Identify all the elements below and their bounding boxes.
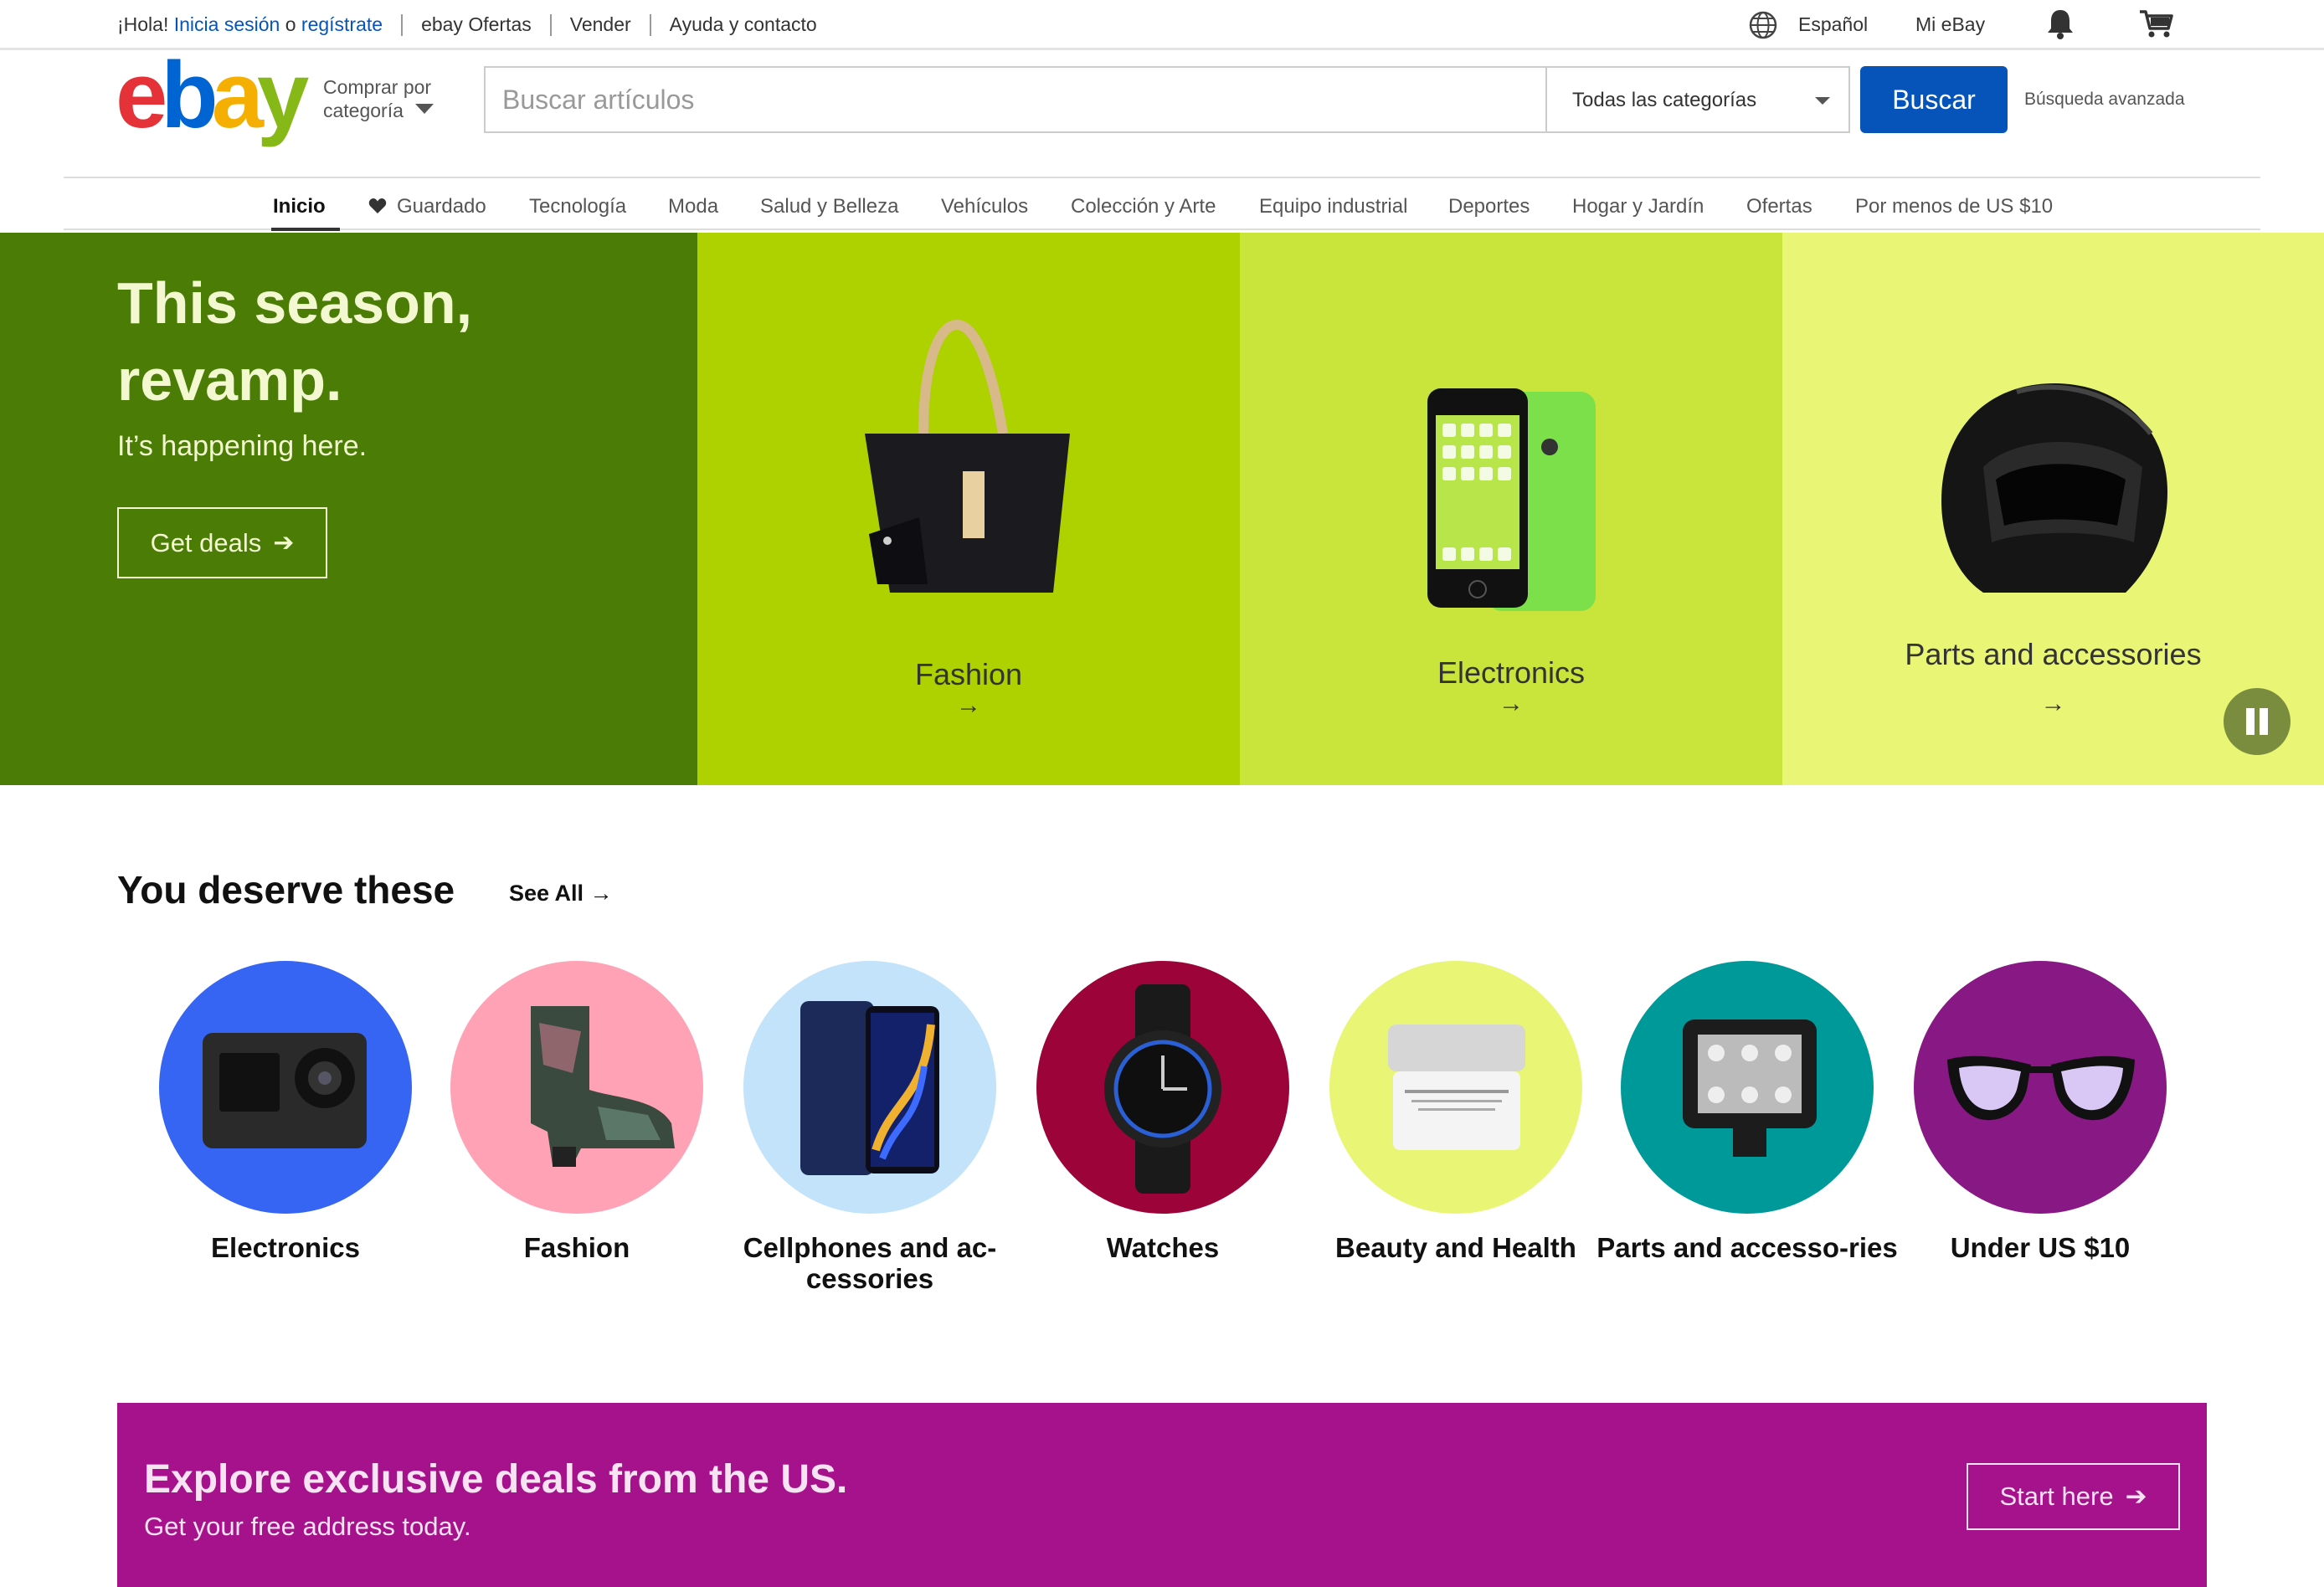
category-label: Cellphones and ac-cessories — [743, 1232, 997, 1294]
hero-panel-fashion[interactable]: Fashion → — [697, 233, 1240, 785]
category-tile-watches[interactable]: Watches — [1036, 961, 1289, 1263]
hero-title: This season, revamp. — [117, 270, 473, 413]
start-here-button[interactable]: Start here ➔ — [1967, 1463, 2180, 1530]
arrow-right-icon: → — [956, 691, 981, 719]
category-select[interactable]: Todas las categorías — [1545, 66, 1850, 133]
category-circle — [1621, 961, 1874, 1214]
nav-item-vehicles[interactable]: Vehículos — [941, 195, 1028, 218]
greeting-text: ¡Hola! — [117, 13, 169, 35]
category-nav: Inicio Guardado Tecnología Moda Salud y … — [64, 177, 2260, 231]
nav-item-sports[interactable]: Deportes — [1448, 195, 1530, 218]
sell-link[interactable]: Vender — [570, 13, 631, 36]
nav-item-collectibles[interactable]: Colección y Arte — [1071, 195, 1216, 218]
nav-item-health-beauty[interactable]: Salud y Belleza — [760, 195, 898, 218]
panel-label: Electronics — [1437, 655, 1586, 690]
section-title: You deserve these — [117, 868, 455, 912]
nav-item-deals[interactable]: Ofertas — [1746, 195, 1812, 218]
see-all-link[interactable]: See All → — [509, 881, 613, 906]
nav-item-home-garden[interactable]: Hogar y Jardín — [1572, 195, 1704, 218]
nav-item-industrial[interactable]: Equipo industrial — [1259, 195, 1407, 218]
smartphone-icon — [1427, 388, 1596, 611]
nav-item-tech[interactable]: Tecnología — [529, 195, 626, 218]
register-link[interactable]: regístrate — [301, 13, 383, 36]
panel-label: Fashion — [914, 657, 1023, 691]
arrow-right-icon: → — [1499, 690, 1524, 717]
category-label: Beauty and Health — [1335, 1232, 1576, 1263]
start-here-label: Start here — [1999, 1482, 2114, 1511]
globe-icon[interactable] — [1748, 10, 1778, 40]
category-tile-fashion[interactable]: Fashion — [450, 961, 703, 1263]
arrow-right-icon: ➔ — [273, 529, 295, 557]
divider — [401, 13, 404, 36]
arrow-right-icon: ➔ — [2125, 1482, 2147, 1511]
get-deals-label: Get deals — [150, 527, 262, 557]
hero-subtitle: It’s happening here. — [117, 430, 368, 462]
category-label: Electronics — [211, 1232, 360, 1263]
ebay-logo[interactable]: ebay — [116, 49, 309, 142]
nav-item-under-10[interactable]: Por menos de US $10 — [1855, 195, 2053, 218]
bell-icon[interactable] — [2044, 7, 2076, 40]
hero-panel-electronics[interactable]: Electronics → — [1240, 233, 1782, 785]
category-circle — [743, 961, 996, 1214]
category-tile-under-10[interactable]: Under US $10 — [1914, 961, 2167, 1263]
get-deals-button[interactable]: Get deals ➔ — [117, 507, 327, 578]
my-ebay-link[interactable]: Mi eBay — [1915, 13, 1985, 36]
nav-item-fashion[interactable]: Moda — [668, 195, 718, 218]
category-tile-parts[interactable]: Parts and accesso-ries — [1596, 961, 1898, 1263]
led-light-icon — [1683, 1019, 1817, 1157]
category-tile-beauty[interactable]: Beauty and Health — [1329, 961, 1582, 1263]
hero-intro-panel: This season, revamp. It’s happening here… — [0, 233, 697, 785]
heart-icon — [368, 198, 387, 213]
boot-icon — [531, 1006, 675, 1167]
nav-item-label: Guardado — [397, 195, 486, 218]
nav-item-saved[interactable]: Guardado — [368, 195, 486, 218]
or-text: o — [285, 13, 296, 35]
category-circle — [159, 961, 412, 1214]
category-tile-electronics[interactable]: Electronics — [159, 961, 412, 1263]
category-label: Under US $10 — [1950, 1232, 2131, 1263]
language-selector[interactable]: Español — [1798, 13, 1868, 36]
cream-jar-icon — [1388, 1025, 1525, 1150]
search-input[interactable] — [486, 68, 1545, 131]
help-link[interactable]: Ayuda y contacto — [670, 13, 817, 36]
search-box — [484, 66, 1545, 133]
promo-banner: Explore exclusive deals from the US. Get… — [117, 1403, 2207, 1587]
signin-link[interactable]: Inicia sesión — [174, 13, 280, 36]
divider — [649, 13, 651, 36]
category-label: Fashion — [523, 1232, 630, 1263]
category-circle — [450, 961, 703, 1214]
shop-by-category-button[interactable]: Comprar por categoría — [323, 75, 434, 122]
hero-carousel: This season, revamp. It’s happening here… — [0, 233, 2324, 785]
advanced-search-link[interactable]: Búsqueda avanzada — [2024, 90, 2185, 110]
category-circle — [1914, 961, 2167, 1214]
arrow-right-icon: → — [589, 881, 613, 906]
nav-item-home[interactable]: Inicio — [273, 195, 326, 218]
top-left-links: ¡Hola! Inicia sesión o regístrate ebay O… — [117, 13, 817, 36]
helmet-icon — [1941, 383, 2167, 593]
sunglasses-icon — [1947, 1055, 2135, 1121]
pause-carousel-button[interactable] — [2224, 688, 2291, 755]
promo-subtitle: Get your free address today. — [144, 1512, 471, 1541]
action-camera-icon — [203, 1033, 367, 1148]
shop-by-category-label: Comprar por — [323, 76, 432, 98]
category-select-value: Todas las categorías — [1572, 89, 1757, 111]
smartphone-icon — [800, 1001, 939, 1175]
category-tile-cellphones[interactable]: Cellphones and ac-cessories — [743, 961, 996, 1294]
active-nav-underline — [271, 228, 340, 231]
handbag-icon — [865, 319, 1070, 593]
category-circle — [1329, 961, 1582, 1214]
deals-link[interactable]: ebay Ofertas — [421, 13, 532, 36]
category-label: Watches — [1106, 1232, 1220, 1263]
promo-title: Explore exclusive deals from the US. — [144, 1457, 848, 1502]
search-button[interactable]: Buscar — [1860, 66, 2008, 133]
category-label: Parts and accesso-ries — [1596, 1232, 1898, 1263]
cart-icon[interactable] — [2138, 7, 2175, 40]
caret-down-icon — [415, 104, 434, 114]
top-utility-bar: ¡Hola! Inicia sesión o regístrate ebay O… — [0, 0, 2324, 50]
category-circle — [1036, 961, 1289, 1214]
divider — [549, 13, 552, 36]
watch-icon — [1104, 984, 1221, 1194]
panel-label: Parts and accessories — [1905, 637, 2202, 671]
chevron-down-icon — [1815, 97, 1830, 105]
